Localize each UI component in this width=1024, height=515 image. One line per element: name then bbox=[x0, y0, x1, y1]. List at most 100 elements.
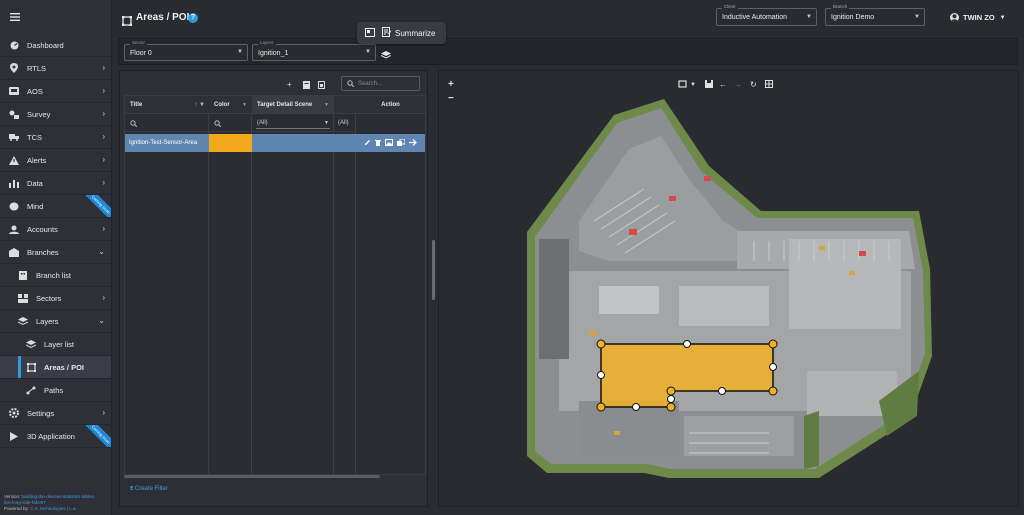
create-filter-button[interactable]: ⩩ Create Filter bbox=[130, 486, 168, 493]
save-icon[interactable] bbox=[705, 80, 713, 90]
row-actions bbox=[356, 134, 425, 152]
grid-column-divider bbox=[334, 96, 356, 474]
sidebar-item-branch-list[interactable]: Branch list bbox=[0, 264, 111, 287]
rotate-icon[interactable]: ↻ bbox=[750, 80, 757, 89]
branch-select-value: Ignition Demo bbox=[831, 14, 875, 21]
branches-icon bbox=[9, 247, 19, 257]
sidebar-item-areas-poi[interactable]: Areas / POI bbox=[0, 356, 111, 379]
horizontal-scrollbar[interactable] bbox=[124, 475, 380, 478]
search-input[interactable]: Search... bbox=[341, 76, 420, 91]
filter-icon[interactable]: ▼ bbox=[324, 102, 329, 108]
play-icon bbox=[9, 431, 19, 441]
column-header-target-detail-scene[interactable]: Target Detail Scene ▼ bbox=[252, 96, 334, 114]
import-icon[interactable] bbox=[303, 81, 310, 91]
chevron-right-icon: › bbox=[102, 224, 105, 233]
sidebar-item-aos[interactable]: AOS › bbox=[0, 80, 111, 103]
layers-icon[interactable] bbox=[380, 47, 392, 65]
sidebar-item-accounts[interactable]: Accounts › bbox=[0, 218, 111, 241]
avatar bbox=[950, 13, 959, 22]
undo-arrow-icon[interactable]: ← bbox=[719, 80, 727, 89]
sidebar-item-branches[interactable]: Branches ⌄ bbox=[0, 241, 111, 264]
image-icon[interactable] bbox=[385, 138, 393, 148]
help-icon[interactable]: ? bbox=[188, 13, 198, 23]
copy-icon[interactable] bbox=[397, 138, 406, 148]
sidebar-item-rtls[interactable]: RTLS › bbox=[0, 57, 111, 80]
version-label: Version: bbox=[4, 494, 21, 499]
summarize-button[interactable]: Summarize bbox=[357, 22, 446, 44]
page-title: Areas / POI bbox=[136, 12, 190, 23]
sidebar-item-layers[interactable]: Layers ⌄ bbox=[0, 310, 111, 333]
sidebar-item-layer-list[interactable]: Layer list bbox=[0, 333, 111, 356]
delete-icon[interactable] bbox=[375, 139, 381, 148]
sidebar-item-tcs[interactable]: TCS › bbox=[0, 126, 111, 149]
layer-list-icon bbox=[26, 339, 36, 349]
search-placeholder: Search... bbox=[358, 81, 383, 87]
draw-area-icon[interactable] bbox=[678, 80, 687, 90]
sidebar-item-dashboard[interactable]: Dashboard bbox=[0, 34, 111, 57]
sidebar-item-paths[interactable]: Paths bbox=[0, 379, 111, 402]
accounts-icon bbox=[9, 224, 19, 234]
caret-down-icon: ▼ bbox=[806, 14, 812, 20]
column-header-empty bbox=[334, 96, 356, 114]
color-filter-cell[interactable] bbox=[209, 115, 252, 132]
sidebar-item-settings[interactable]: Settings › bbox=[0, 402, 111, 425]
client-select[interactable]: Client Inductive Automation ▼ bbox=[716, 4, 817, 26]
layers-icon bbox=[18, 316, 28, 326]
user-menu[interactable]: TWIN ZO ▼ bbox=[950, 13, 1006, 22]
version-value[interactable]: building-the-devices-statistics-tables bbox=[22, 494, 94, 499]
sidebar-item-label: RTLS bbox=[27, 63, 47, 73]
user-name: TWIN ZO bbox=[963, 13, 995, 22]
sidebar-item-data[interactable]: Data › bbox=[0, 172, 111, 195]
sidebar-item-label: Paths bbox=[44, 385, 64, 395]
sort-and-filter-icon[interactable]: ↑ ▼ bbox=[194, 102, 205, 108]
sidebar-item-label: Dashboard bbox=[27, 40, 64, 50]
chevron-right-icon: › bbox=[102, 132, 105, 141]
screenshot-icon bbox=[365, 27, 375, 39]
arrow-right-icon[interactable] bbox=[409, 138, 417, 148]
chevron-right-icon: › bbox=[102, 178, 105, 187]
powered-value[interactable]: C.A. technologies | L.a. bbox=[30, 506, 76, 511]
sidebar-item-label: Settings bbox=[27, 408, 55, 418]
hamburger-menu-icon[interactable] bbox=[10, 8, 20, 26]
grid-column-divider bbox=[125, 96, 209, 474]
zoom-out-button[interactable]: − bbox=[448, 93, 454, 104]
filter-icon[interactable]: ▼ bbox=[242, 102, 247, 108]
column-header-color[interactable]: Color ▼ bbox=[209, 96, 252, 114]
grid-icon[interactable] bbox=[765, 80, 773, 90]
layers-select[interactable]: Layers Ignition_1 ▼ bbox=[252, 40, 376, 61]
column-header-action: Action bbox=[356, 96, 425, 114]
column-header-label: Title bbox=[130, 101, 143, 108]
caret-down-icon[interactable]: ▼ bbox=[690, 82, 696, 88]
sidebar-item-3d-application[interactable]: 3D Application Coming Soon bbox=[0, 425, 111, 448]
version-footer: Version: building-the-devices-statistics… bbox=[4, 494, 94, 512]
export-icon[interactable] bbox=[318, 81, 325, 91]
sidebar-item-survey[interactable]: Survey › bbox=[0, 103, 111, 126]
sector-select-label: Sector bbox=[130, 40, 148, 45]
warning-icon bbox=[9, 155, 19, 165]
edit-icon[interactable] bbox=[364, 139, 371, 148]
sidebar-item-label: TCS bbox=[27, 132, 42, 142]
table-row[interactable]: Ignition-Test-Sensor-Area bbox=[125, 134, 425, 152]
target-filter-select[interactable]: (All) ▼ bbox=[252, 115, 334, 132]
chevron-right-icon: › bbox=[102, 155, 105, 164]
sidebar-item-mind[interactable]: Mind Coming Soon bbox=[0, 195, 111, 218]
title-filter-cell[interactable] bbox=[125, 115, 209, 132]
branch-select[interactable]: Branch Ignition Demo ▼ bbox=[825, 4, 925, 26]
topbar: Areas / POI ? Client Inductive Automatio… bbox=[112, 0, 1024, 37]
branch-select-label: Branch bbox=[831, 4, 850, 9]
panel-splitter[interactable] bbox=[432, 240, 435, 300]
sector-select[interactable]: Sector Floor 0 ▼ bbox=[124, 40, 248, 61]
layers-select-value: Ignition_1 bbox=[258, 50, 289, 57]
filter-icon: ⩩ bbox=[130, 486, 134, 492]
layers-select-label: Layers bbox=[258, 40, 276, 45]
sidebar-item-sectors[interactable]: Sectors › bbox=[0, 287, 111, 310]
add-icon[interactable]: + bbox=[287, 80, 292, 89]
zoom-in-button[interactable]: + bbox=[448, 79, 454, 90]
caret-down-icon: ▼ bbox=[237, 49, 243, 55]
sidebar-item-label: Data bbox=[27, 178, 43, 188]
sidebar-item-alerts[interactable]: Alerts › bbox=[0, 149, 111, 172]
redo-arrow-icon[interactable]: → bbox=[734, 80, 742, 89]
caret-down-icon: ▼ bbox=[999, 14, 1006, 21]
column-header-title[interactable]: Title ↑ ▼ bbox=[125, 96, 209, 114]
boolean-filter-cell[interactable]: (All) bbox=[334, 115, 356, 132]
